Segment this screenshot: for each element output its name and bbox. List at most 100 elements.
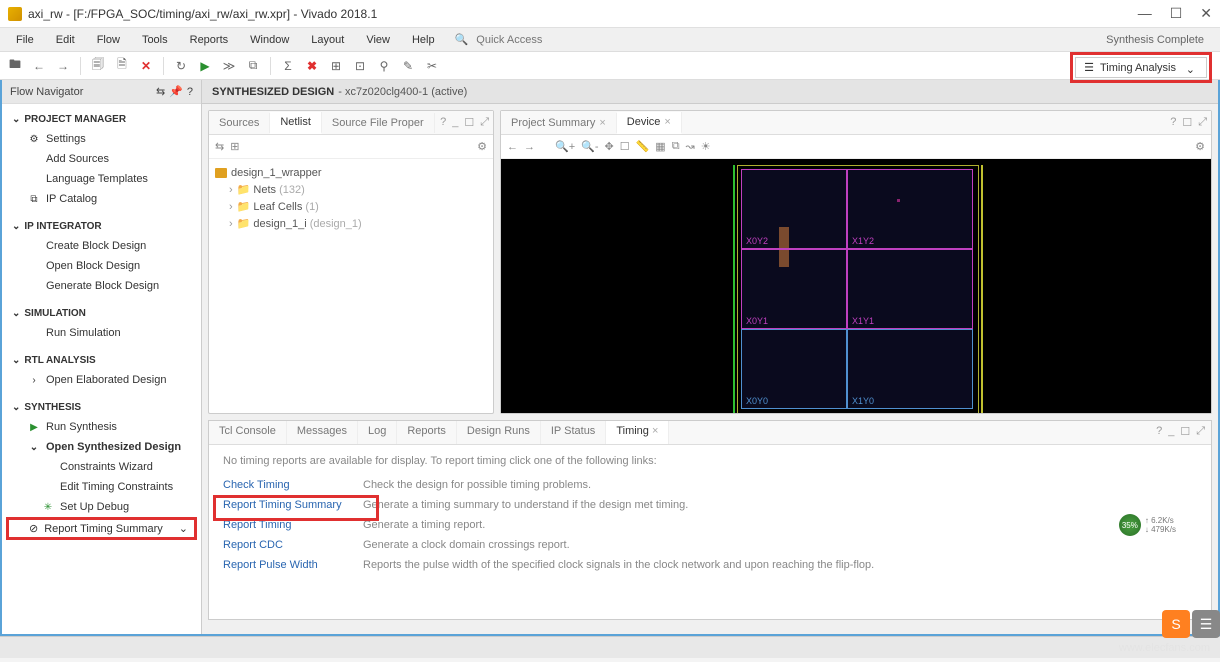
assist-icon-b[interactable]: ☰ [1192, 610, 1220, 638]
close-icon[interactable]: × [664, 116, 670, 128]
layer-icon[interactable]: ⧉ [672, 140, 680, 153]
bottom-tab[interactable]: Timing × [606, 421, 669, 444]
zoom-in-icon[interactable]: 🔍+ [555, 140, 575, 153]
tool-b-icon[interactable]: ⊡ [351, 57, 369, 75]
flownav-group-1[interactable]: IP INTEGRATOR [2, 217, 201, 236]
panel-help-icon[interactable]: ? [1156, 425, 1162, 438]
flownav-group-2[interactable]: SIMULATION [2, 304, 201, 323]
pin-icon[interactable]: 📌 [169, 85, 183, 98]
build-icon[interactable]: ⧉ [244, 57, 262, 75]
timing-link[interactable]: Report CDC [223, 539, 363, 551]
tree-node[interactable]: 📁 Leaf Cells (1) [215, 198, 487, 215]
panel-dock-icon[interactable]: ⤢ [480, 116, 489, 129]
tab-source-file-props[interactable]: Source File Proper [322, 113, 435, 133]
fit-icon[interactable]: ✥ [604, 140, 613, 153]
new-icon[interactable]: 🖿 [6, 57, 24, 75]
flownav-item[interactable]: Language Templates [2, 169, 201, 189]
flownav-item[interactable]: Create Block Design [2, 236, 201, 256]
maximize-icon[interactable]: ☐ [1170, 5, 1183, 22]
flownav-report-timing-summary[interactable]: ⊘Report Timing Summary⌄ [6, 517, 197, 540]
panel-min-icon[interactable]: _ [452, 116, 458, 129]
menu-help[interactable]: Help [402, 31, 445, 49]
refresh-icon[interactable]: ↻ [172, 57, 190, 75]
flownav-group-4[interactable]: SYNTHESIS [2, 398, 201, 417]
bottom-tab[interactable]: Tcl Console [209, 421, 287, 444]
menu-flow[interactable]: Flow [87, 31, 130, 49]
help-icon[interactable]: ? [187, 86, 193, 98]
minimize-icon[interactable]: — [1138, 5, 1152, 22]
timing-link[interactable]: Report Timing Summary [223, 499, 363, 511]
flownav-item[interactable]: ›Open Elaborated Design [2, 370, 201, 390]
ruler-icon[interactable]: 📏 [636, 140, 650, 153]
flownav-item[interactable]: Open Block Design [2, 256, 201, 276]
tool-e-icon[interactable]: ✂ [423, 57, 441, 75]
device-region[interactable]: X1Y0 [847, 329, 973, 409]
flownav-group-3[interactable]: RTL ANALYSIS [2, 351, 201, 370]
menu-reports[interactable]: Reports [180, 31, 239, 49]
assist-icon-a[interactable]: S [1162, 610, 1190, 638]
timing-link[interactable]: Report Timing [223, 519, 363, 531]
tool-d-icon[interactable]: ✎ [399, 57, 417, 75]
collapse-icon[interactable]: ⇆ [156, 85, 165, 98]
tree-root[interactable]: design_1_wrapper [215, 165, 487, 181]
tab-device[interactable]: Device× [617, 112, 682, 134]
flownav-subitem[interactable]: ✳Set Up Debug [2, 497, 201, 517]
bottom-tab[interactable]: Log [358, 421, 397, 444]
menu-tools[interactable]: Tools [132, 31, 178, 49]
flownav-item[interactable]: Run Simulation [2, 323, 201, 343]
panel-min-icon[interactable]: _ [1168, 425, 1174, 438]
flownav-subitem[interactable]: Edit Timing Constraints [2, 477, 201, 497]
highlight-icon[interactable]: ☀ [701, 140, 711, 153]
timing-link[interactable]: Report Pulse Width [223, 559, 363, 571]
paste-icon[interactable]: 🗎 [113, 57, 131, 75]
cancel-icon[interactable]: ✕ [137, 57, 155, 75]
flownav-item[interactable]: Generate Block Design [2, 276, 201, 296]
panel-help-icon[interactable]: ? [440, 116, 446, 129]
route-icon[interactable]: ↝ [686, 140, 695, 153]
copy-icon[interactable]: 🗐 [89, 57, 107, 75]
nav-fwd-icon[interactable]: → [524, 141, 535, 153]
panel-max-icon[interactable]: ☐ [464, 116, 474, 129]
forward-icon[interactable]: → [54, 57, 72, 75]
panel-max-icon[interactable]: ☐ [1180, 425, 1190, 438]
bottom-tab[interactable]: Reports [397, 421, 457, 444]
tree-node[interactable]: 📁 Nets (132) [215, 181, 487, 198]
select-icon[interactable]: ☐ [620, 140, 630, 153]
bottom-tab[interactable]: IP Status [541, 421, 606, 444]
menu-edit[interactable]: Edit [46, 31, 85, 49]
open-icon[interactable]: ← [30, 57, 48, 75]
assist-floater[interactable]: S ☰ [1162, 610, 1220, 638]
zoom-out-icon[interactable]: 🔍- [581, 140, 598, 153]
bottom-tab[interactable]: Messages [287, 421, 358, 444]
device-region[interactable]: X0Y0 [741, 329, 847, 409]
flownav-item[interactable]: ⚙Settings [2, 129, 201, 149]
gear-icon[interactable]: ⚙ [1195, 140, 1205, 153]
sigma-icon[interactable]: Σ [279, 57, 297, 75]
flownav-group-0[interactable]: PROJECT MANAGER [2, 110, 201, 129]
menu-window[interactable]: Window [240, 31, 299, 49]
gear-icon[interactable]: ⚙ [477, 140, 487, 153]
quick-access-input[interactable] [472, 32, 632, 48]
flownav-item[interactable]: ⌄Open Synthesized Design [2, 437, 201, 457]
device-region[interactable]: X1Y2 [847, 169, 973, 249]
grid-icon[interactable]: ▦ [655, 140, 665, 153]
flownav-item[interactable]: Add Sources [2, 149, 201, 169]
bottom-tab[interactable]: Design Runs [457, 421, 541, 444]
close-icon[interactable]: × [599, 117, 605, 129]
panel-dock-icon[interactable]: ⤢ [1196, 425, 1205, 438]
run-icon[interactable]: ▶ [196, 57, 214, 75]
tree-collapse-icon[interactable]: ⇆ [215, 140, 224, 153]
device-region[interactable]: X0Y1 [741, 249, 847, 329]
device-region[interactable]: X0Y2 [741, 169, 847, 249]
timing-link[interactable]: Check Timing [223, 479, 363, 491]
tool-c-icon[interactable]: ⚲ [375, 57, 393, 75]
tree-node[interactable]: 📁 design_1_i (design_1) [215, 215, 487, 232]
device-canvas[interactable]: X0Y2X1Y2X0Y1X1Y1X0Y0X1Y0 [501, 159, 1211, 413]
panel-dock-icon[interactable]: ⤢ [1198, 116, 1207, 129]
menu-file[interactable]: File [6, 31, 44, 49]
workspace-dropdown[interactable]: ☰ Timing Analysis ⌄ [1070, 52, 1212, 83]
panel-help-icon[interactable]: ? [1170, 116, 1176, 129]
tool-a-icon[interactable]: ⊞ [327, 57, 345, 75]
tab-sources[interactable]: Sources [209, 113, 270, 133]
close-icon[interactable]: × [649, 425, 658, 437]
